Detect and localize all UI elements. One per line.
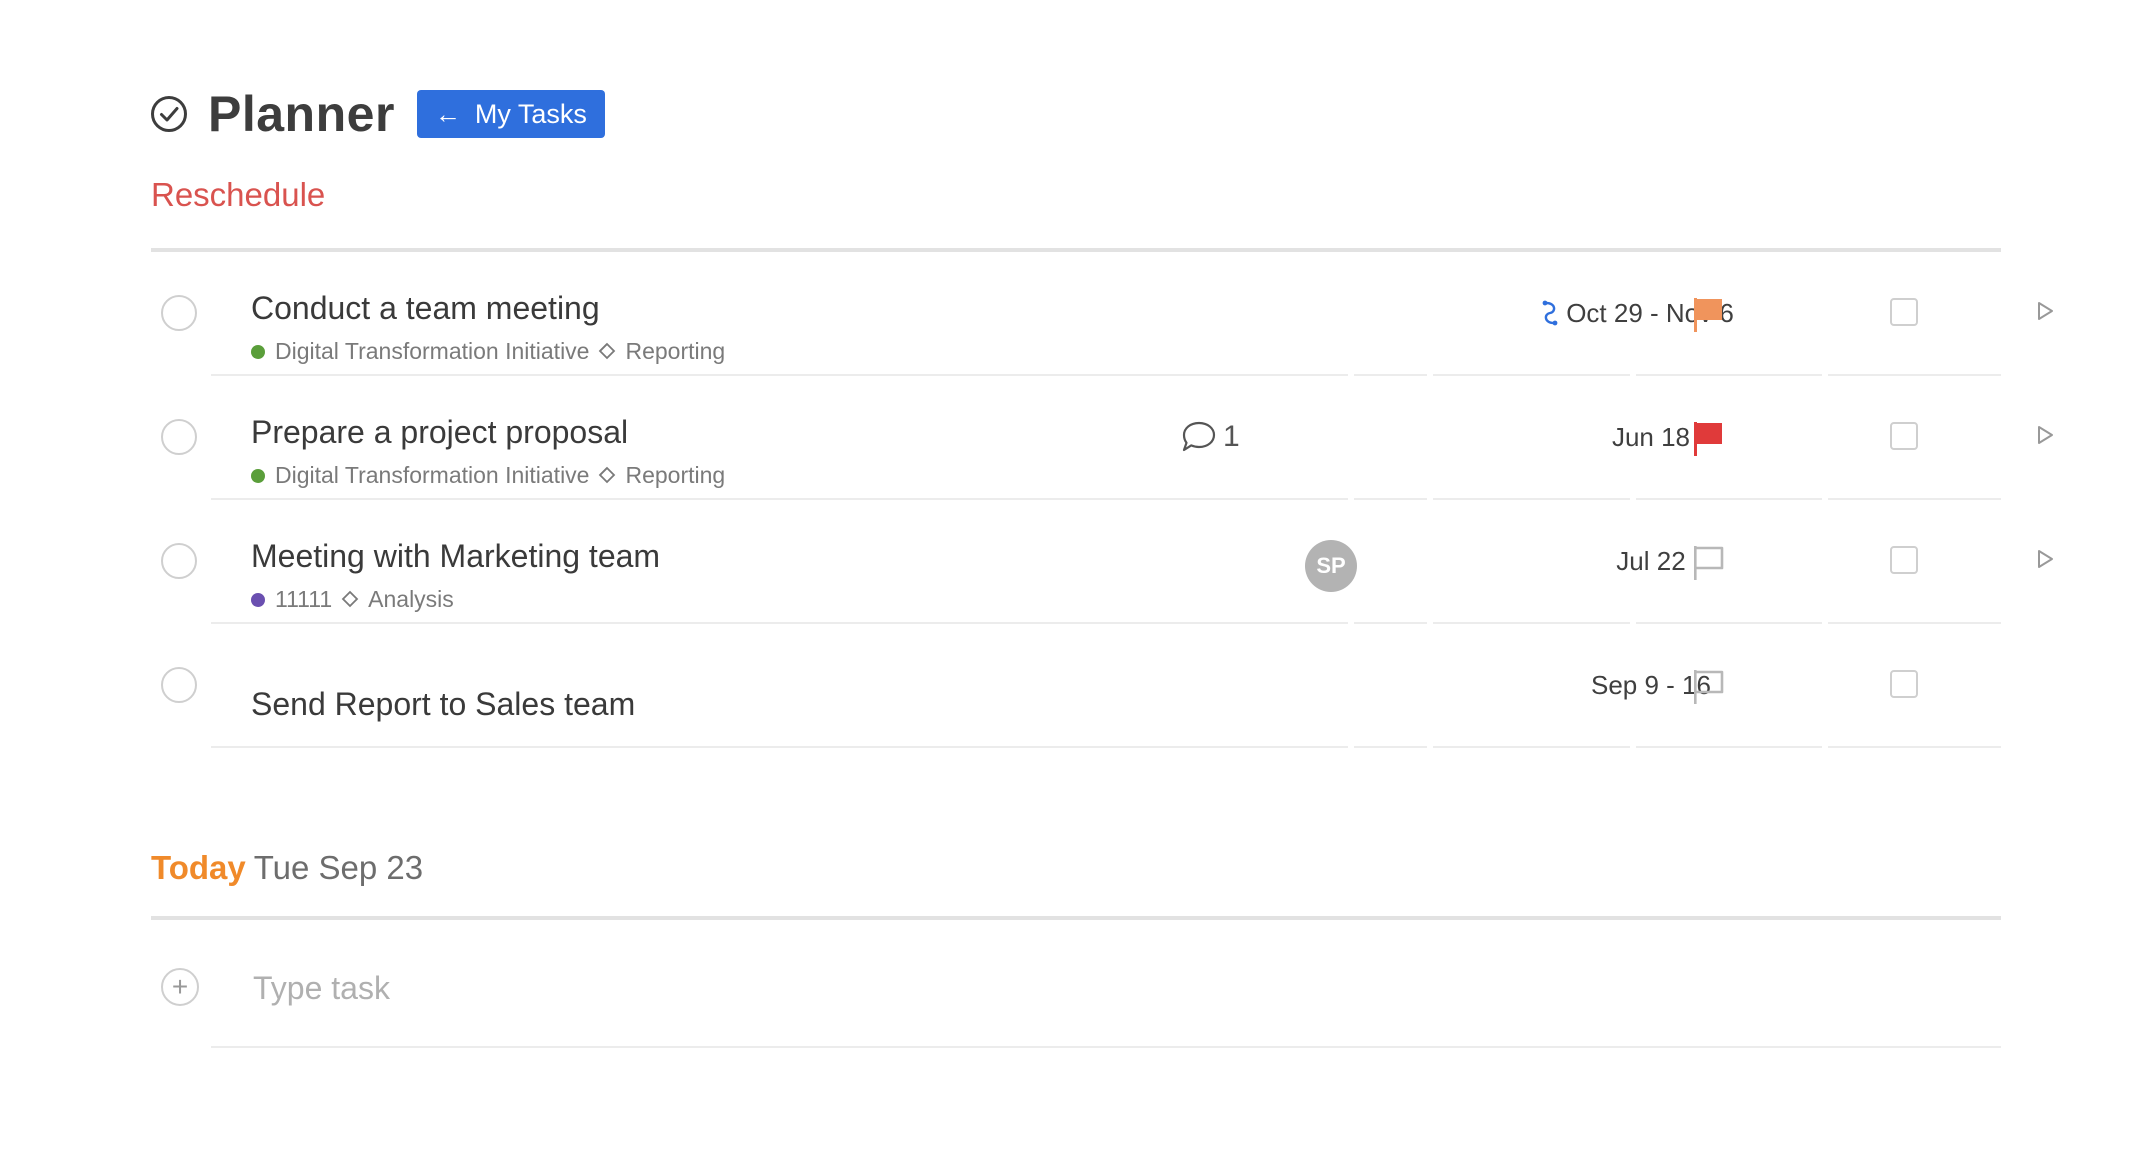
my-tasks-label: My Tasks — [474, 98, 587, 129]
task-row[interactable]: Send Report to Sales team Sep 9 - 16 — [151, 624, 2051, 748]
task-project[interactable]: 11111 — [275, 586, 332, 613]
reschedule-heading: Reschedule — [151, 176, 326, 213]
today-heading: Today Tue Sep 23 — [151, 849, 423, 887]
flag-icon[interactable] — [1691, 296, 1725, 334]
task-tag[interactable]: Analysis — [368, 586, 454, 613]
today-label: Today — [151, 849, 246, 886]
play-icon[interactable] — [2035, 548, 2055, 570]
task-date[interactable]: Jul 22 — [1421, 546, 1881, 577]
task-meta: Digital Transformation Initiative Report… — [251, 338, 725, 365]
check-circle-icon — [151, 96, 187, 132]
project-color-dot — [251, 468, 265, 483]
task-date[interactable]: Jun 18 — [1421, 422, 1881, 453]
row-divider — [211, 746, 2001, 748]
task-meta: 11111 Analysis — [251, 586, 454, 613]
recurring-icon — [1542, 300, 1558, 326]
flag-icon[interactable] — [1691, 544, 1725, 582]
assignee-avatar[interactable]: SP — [1305, 540, 1357, 592]
play-icon[interactable] — [2035, 300, 2055, 322]
tag-icon — [599, 466, 616, 483]
my-tasks-button[interactable]: ← My Tasks — [416, 90, 605, 138]
comment-count-text: 1 — [1223, 420, 1240, 453]
task-tag[interactable]: Reporting — [625, 338, 725, 365]
today-divider — [151, 916, 2001, 920]
task-row[interactable]: Prepare a project proposal Digital Trans… — [151, 376, 2053, 500]
task-complete-toggle[interactable] — [161, 295, 197, 331]
task-date[interactable]: Oct 29 - Nov 6 — [1407, 298, 1867, 329]
today-date: Tue Sep 23 — [253, 849, 424, 886]
planner-page: Planner ← My Tasks Reschedule Conduct a … — [0, 0, 2134, 1158]
task-complete-toggle[interactable] — [161, 667, 197, 703]
task-name[interactable]: Meeting with Marketing team — [251, 538, 660, 575]
task-row[interactable]: Conduct a team meeting Digital Transform… — [151, 252, 2053, 376]
comment-icon — [1182, 421, 1216, 452]
tag-icon — [599, 342, 616, 359]
task-tag[interactable]: Reporting — [625, 462, 725, 489]
add-task-row: + — [151, 928, 2051, 1048]
task-project[interactable]: Digital Transformation Initiative — [275, 338, 589, 365]
select-checkbox[interactable] — [1890, 546, 1918, 574]
planner-header: Planner ← My Tasks — [150, 84, 605, 144]
project-color-dot — [251, 344, 265, 359]
task-name[interactable]: Prepare a project proposal — [251, 414, 628, 451]
tag-icon — [341, 590, 359, 607]
task-name[interactable]: Conduct a team meeting — [251, 290, 600, 327]
task-row[interactable]: Meeting with Marketing team 11111 Analys… — [151, 500, 2053, 624]
type-task-input[interactable] — [251, 964, 1455, 1012]
add-task-plus-icon[interactable]: + — [161, 968, 199, 1006]
select-checkbox[interactable] — [1890, 298, 1918, 326]
flag-icon[interactable] — [1691, 420, 1725, 458]
arrow-left-icon: ← — [434, 98, 461, 129]
task-name[interactable]: Send Report to Sales team — [251, 686, 635, 723]
row-divider — [211, 1046, 2001, 1048]
task-date[interactable]: Sep 9 - 16 — [1421, 670, 1881, 701]
play-icon[interactable] — [2035, 424, 2055, 446]
task-project[interactable]: Digital Transformation Initiative — [275, 462, 589, 489]
comment-count[interactable]: 1 — [1181, 420, 1240, 454]
project-color-dot — [251, 592, 265, 607]
task-complete-toggle[interactable] — [161, 543, 197, 579]
select-checkbox[interactable] — [1890, 422, 1918, 450]
select-checkbox[interactable] — [1890, 670, 1918, 698]
task-complete-toggle[interactable] — [161, 419, 197, 455]
flag-icon[interactable] — [1691, 668, 1725, 706]
task-meta: Digital Transformation Initiative Report… — [251, 462, 725, 489]
page-title: Planner — [208, 86, 395, 142]
